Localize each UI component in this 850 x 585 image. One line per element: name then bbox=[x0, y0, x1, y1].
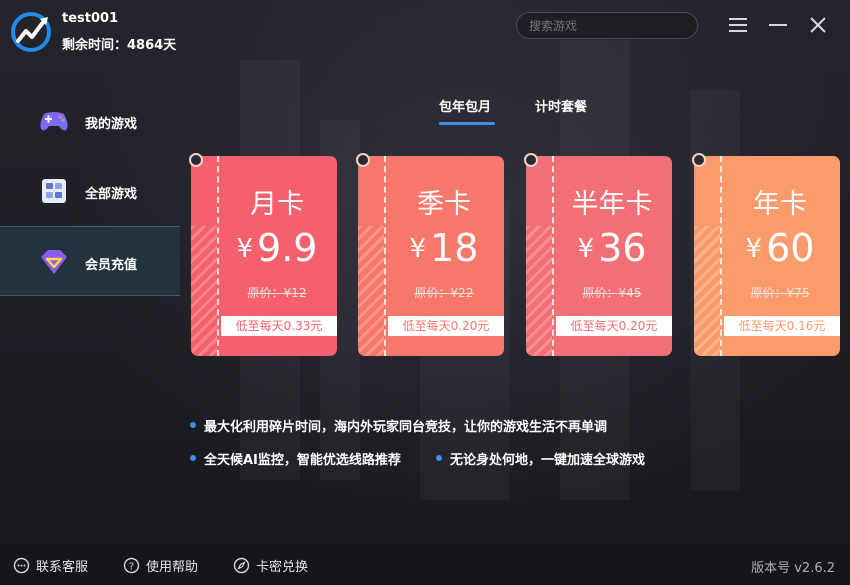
plan-card-quarterly[interactable]: 季卡 ¥18 原价：¥22 低至每天0.20元 bbox=[358, 156, 504, 356]
feature-text: 最大化利用碎片时间，海内外玩家同台竞技，让你的游戏生活不再单调 bbox=[204, 420, 608, 435]
price-value: 18 bbox=[430, 226, 479, 270]
chat-bubble-icon bbox=[13, 557, 30, 574]
card-title: 月卡 bbox=[250, 189, 304, 220]
sidebar-item-vip-recharge[interactable]: 会员充值 bbox=[0, 226, 180, 296]
currency-symbol: ¥ bbox=[745, 234, 763, 264]
close-icon[interactable] bbox=[807, 14, 829, 36]
feature-text: 无论身处何地，一键加速全球游戏 bbox=[450, 453, 646, 468]
active-tab-indicator bbox=[439, 122, 495, 125]
remaining-time: 剩余时间：4864天 bbox=[62, 38, 177, 53]
card-original-price: 原价：¥22 bbox=[384, 284, 504, 301]
plan-card-yearly[interactable]: 年卡 ¥60 原价：¥75 低至每天0.16元 bbox=[694, 156, 840, 356]
redeem-code-link[interactable]: 卡密兑换 bbox=[256, 556, 308, 575]
card-pin-decoration bbox=[692, 153, 706, 167]
original-price-text: 原价：¥22 bbox=[414, 286, 474, 300]
original-price-text: 原价：¥12 bbox=[247, 286, 307, 300]
username: test001 bbox=[62, 11, 119, 26]
card-stripe-decoration bbox=[694, 226, 720, 356]
diamond-icon bbox=[41, 250, 67, 274]
bullet-dot bbox=[436, 455, 442, 461]
card-price: ¥18 bbox=[384, 226, 504, 270]
sidebar-item-label: 会员充值 bbox=[85, 258, 138, 273]
search-input[interactable] bbox=[516, 12, 698, 39]
bullet-dot bbox=[190, 422, 196, 428]
price-value: 60 bbox=[766, 226, 815, 270]
card-daily-price: 低至每天0.20元 bbox=[388, 316, 504, 336]
minimize-icon[interactable] bbox=[767, 14, 789, 36]
card-title: 半年卡 bbox=[571, 189, 653, 220]
plan-card-half-year[interactable]: 半年卡 ¥36 原价：¥45 低至每天0.20元 bbox=[526, 156, 672, 356]
card-price: ¥60 bbox=[720, 226, 840, 270]
header: test001 剩余时间：4864天 bbox=[0, 0, 850, 60]
price-value: 36 bbox=[598, 226, 647, 270]
currency-symbol: ¥ bbox=[577, 234, 595, 264]
sidebar-item-label: 全部游戏 bbox=[85, 187, 138, 202]
card-title: 季卡 bbox=[417, 189, 471, 220]
card-price: ¥9.9 bbox=[217, 226, 337, 270]
sidebar-item-all-games[interactable]: 全部游戏 bbox=[0, 156, 180, 226]
footer: 联系客服 ? 使用帮助 卡密兑换 版本号 v2.6.2 bbox=[0, 545, 850, 585]
contact-support-link[interactable]: 联系客服 bbox=[36, 556, 88, 575]
bullet-dot bbox=[190, 455, 196, 461]
original-price-text: 原价：¥75 bbox=[750, 286, 810, 300]
original-price-text: 原价：¥45 bbox=[582, 286, 642, 300]
compass-icon bbox=[233, 557, 250, 574]
card-daily-price: 低至每天0.20元 bbox=[556, 316, 672, 336]
card-original-price: 原价：¥75 bbox=[720, 284, 840, 301]
menu-icon[interactable] bbox=[727, 14, 749, 36]
game-list-icon bbox=[42, 179, 66, 203]
card-pin-decoration bbox=[524, 153, 538, 167]
card-stripe-decoration bbox=[526, 226, 552, 356]
help-icon: ? bbox=[123, 557, 140, 574]
tab-yearly-monthly[interactable]: 包年包月 bbox=[439, 96, 491, 115]
card-pin-decoration bbox=[189, 153, 203, 167]
currency-symbol: ¥ bbox=[409, 234, 427, 264]
card-original-price: 原价：¥45 bbox=[552, 284, 672, 301]
svg-text:?: ? bbox=[129, 561, 134, 572]
card-stripe-decoration bbox=[358, 226, 384, 356]
card-daily-price: 低至每天0.16元 bbox=[724, 316, 840, 336]
sidebar-item-my-games[interactable]: 我的游戏 bbox=[0, 86, 180, 156]
version-label: 版本号 v2.6.2 bbox=[751, 561, 835, 576]
card-price: ¥36 bbox=[552, 226, 672, 270]
plan-card-monthly[interactable]: 月卡 ¥9.9 原价：¥12 低至每天0.33元 bbox=[191, 156, 337, 356]
feature-text: 全天候AI监控，智能优选线路推荐 bbox=[204, 453, 401, 468]
card-title: 年卡 bbox=[753, 189, 807, 220]
card-original-price: 原价：¥12 bbox=[217, 284, 337, 301]
sidebar-item-label: 我的游戏 bbox=[85, 117, 138, 132]
card-stripe-decoration bbox=[191, 226, 217, 356]
gamepad-icon bbox=[40, 112, 68, 131]
card-pin-decoration bbox=[356, 153, 370, 167]
sidebar: 我的游戏 全部游戏 会员充值 bbox=[0, 86, 180, 296]
help-link[interactable]: 使用帮助 bbox=[146, 556, 198, 575]
tab-hourly-plan[interactable]: 计时套餐 bbox=[535, 96, 587, 115]
price-value: 9.9 bbox=[257, 226, 318, 270]
currency-symbol: ¥ bbox=[236, 234, 254, 264]
card-daily-price: 低至每天0.33元 bbox=[221, 316, 337, 336]
app-logo-icon bbox=[11, 12, 51, 52]
